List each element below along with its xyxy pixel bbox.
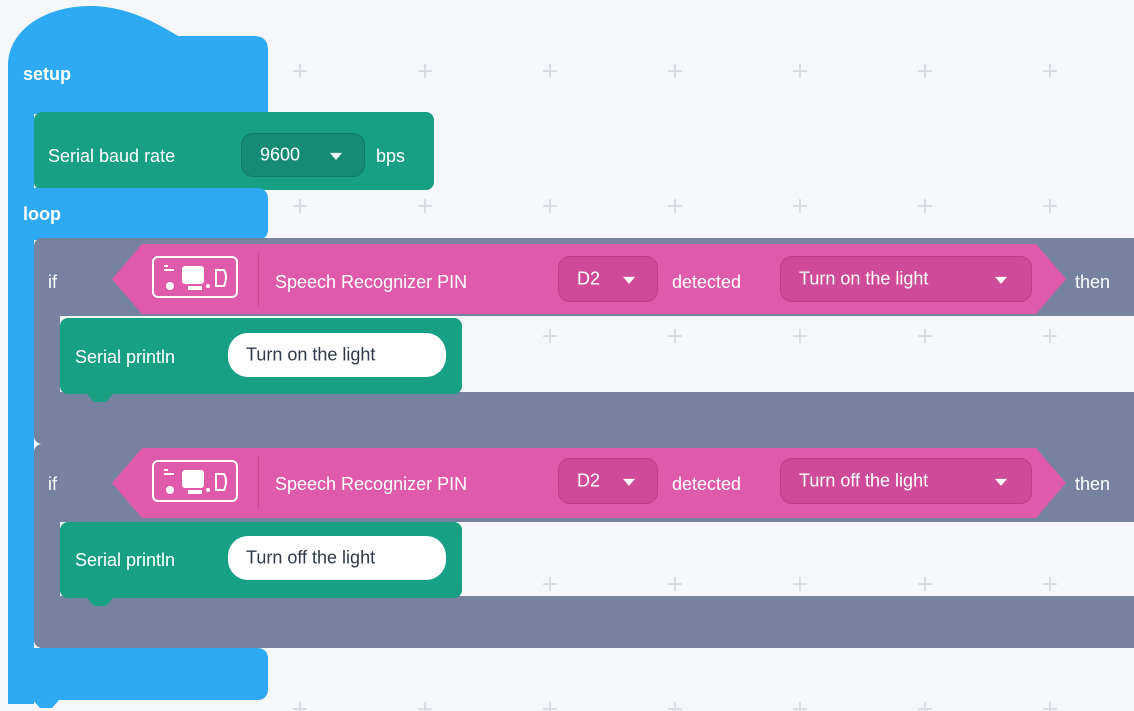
loop-footer	[8, 648, 268, 700]
if-label: if	[48, 272, 57, 292]
grid-plus-mark: +	[1040, 572, 1060, 597]
grid-plus-mark: +	[790, 324, 810, 349]
grid-plus-mark: +	[1040, 697, 1060, 711]
grid-plus-mark: +	[665, 59, 685, 84]
grid-plus-mark: +	[540, 59, 560, 84]
serial-baud-rate-label: Serial baud rate	[48, 146, 176, 166]
grid-plus-mark: +	[915, 324, 935, 349]
loop-label: loop	[23, 204, 61, 224]
baud-rate-dropdown[interactable]: 9600	[241, 133, 365, 177]
grid-plus-mark: +	[415, 59, 435, 84]
grid-plus-mark: +	[540, 194, 560, 219]
block-notch	[86, 597, 114, 606]
chevron-down-icon	[995, 276, 1007, 284]
grid-plus-mark: +	[790, 572, 810, 597]
grid-plus-mark: +	[915, 59, 935, 84]
grid-plus-mark: +	[540, 324, 560, 349]
serial-println-label: Serial println	[75, 347, 176, 367]
voice-command-value: Turn on the light	[799, 268, 929, 289]
grid-plus-mark: +	[915, 697, 935, 711]
speech-recognizer-module-icon	[152, 256, 238, 298]
detected-label: detected	[672, 474, 742, 494]
then-label: then	[1075, 272, 1111, 292]
divider	[258, 456, 259, 510]
grid-plus-mark: +	[415, 697, 435, 711]
speech-recognizer-module-icon	[152, 460, 238, 502]
grid-plus-mark: +	[1040, 194, 1060, 219]
grid-plus-mark: +	[415, 194, 435, 219]
pin-value: D2	[577, 268, 601, 289]
grid-plus-mark: +	[665, 572, 685, 597]
grid-plus-mark: +	[290, 59, 310, 84]
pin-dropdown[interactable]: D2	[558, 256, 658, 302]
if-block-1-arm	[34, 316, 60, 394]
chevron-down-icon	[623, 276, 635, 284]
grid-plus-mark: +	[540, 697, 560, 711]
divider	[258, 252, 259, 306]
if-block-1-footer	[34, 392, 1134, 444]
baud-rate-value: 9600	[260, 144, 301, 165]
if-block-2-arm	[34, 520, 60, 600]
if-label: if	[48, 474, 57, 494]
grid-plus-mark: +	[915, 194, 935, 219]
voice-command-dropdown[interactable]: Turn on the light	[780, 256, 1032, 302]
grid-plus-mark: +	[290, 194, 310, 219]
chevron-down-icon	[623, 478, 635, 486]
detected-label: detected	[672, 272, 742, 292]
setup-label[interactable]: setup	[23, 64, 71, 85]
grid-plus-mark: +	[790, 697, 810, 711]
block-notch	[32, 699, 60, 708]
println-text-value: Turn on the light	[246, 344, 376, 365]
grid-plus-mark: +	[540, 572, 560, 597]
if-block-2-footer	[34, 596, 1134, 648]
pin-value: D2	[577, 470, 601, 491]
setup-hat-shape	[8, 6, 268, 114]
println-text-input[interactable]: Turn on the light	[228, 333, 446, 377]
bps-label: bps	[376, 146, 406, 166]
speech-recognizer-label: Speech Recognizer PIN	[275, 272, 468, 292]
grid-plus-mark: +	[915, 572, 935, 597]
grid-plus-mark: +	[290, 697, 310, 711]
block-notch	[86, 393, 114, 402]
grid-plus-mark: +	[665, 194, 685, 219]
serial-println-label: Serial println	[75, 550, 176, 570]
voice-command-value: Turn off the light	[799, 470, 929, 491]
speech-recognizer-label: Speech Recognizer PIN	[275, 474, 468, 494]
grid-plus-mark: +	[665, 697, 685, 711]
chevron-down-icon	[330, 152, 342, 160]
grid-plus-mark: +	[790, 194, 810, 219]
then-label: then	[1075, 474, 1111, 494]
grid-plus-mark: +	[665, 324, 685, 349]
grid-plus-mark: +	[1040, 59, 1060, 84]
chevron-down-icon	[995, 478, 1007, 486]
println-text-value: Turn off the light	[246, 547, 376, 568]
blocks-workspace[interactable]: +++++++++++++++++++++++++++++++++++ setu…	[0, 0, 1134, 711]
voice-command-dropdown[interactable]: Turn off the light	[780, 458, 1032, 504]
grid-plus-mark: +	[1040, 324, 1060, 349]
grid-plus-mark: +	[790, 59, 810, 84]
println-text-input[interactable]: Turn off the light	[228, 536, 446, 580]
pin-dropdown[interactable]: D2	[558, 458, 658, 504]
